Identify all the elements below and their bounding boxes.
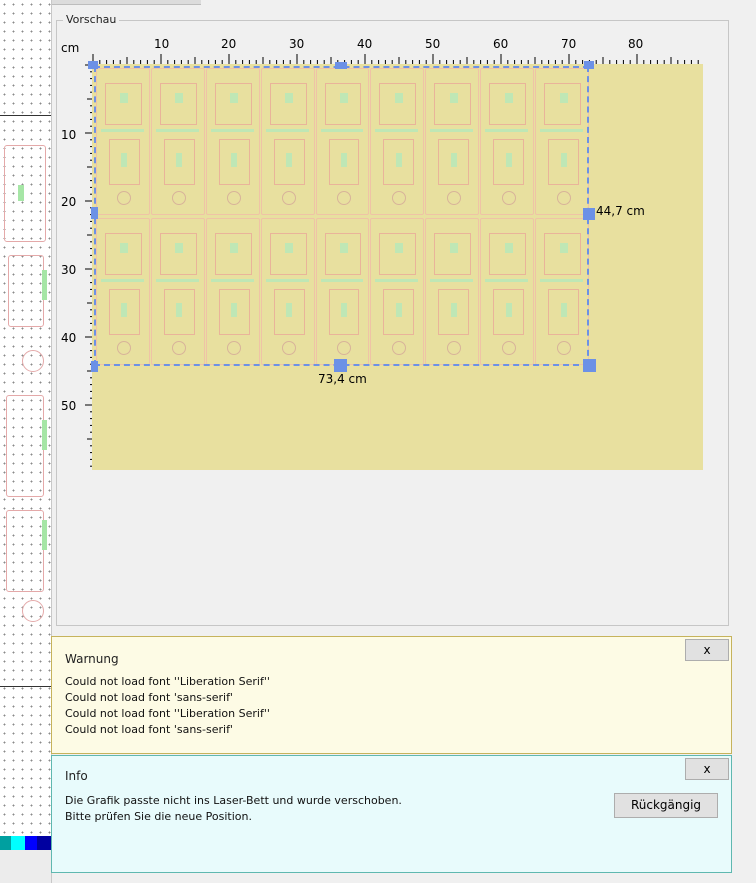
canvas-edge-line (0, 115, 51, 116)
y-tick-label: 20 (61, 195, 77, 209)
x-tick-label: 20 (221, 37, 237, 51)
warning-title: Warnung (65, 652, 119, 666)
x-tick-label: 70 (561, 37, 577, 51)
canvas-part-outline (4, 145, 46, 242)
resize-handle-top[interactable] (335, 62, 347, 69)
canvas-part-outline (8, 255, 44, 327)
canvas-engrave-mark (42, 270, 47, 300)
resize-handle-bottom-right[interactable] (583, 359, 596, 372)
x-tick-label: 40 (357, 37, 373, 51)
info-title: Info (65, 769, 88, 783)
x-tick-label: 60 (493, 37, 509, 51)
resize-handle-bottom-left[interactable] (91, 361, 98, 372)
warning-line: Could not load font 'sans-serif' (65, 691, 233, 704)
color-palette-bar[interactable] (0, 836, 51, 850)
canvas-part-outline (6, 510, 44, 592)
height-dimension-label: 44,7 cm (596, 204, 645, 218)
canvas-part-circle (22, 350, 44, 372)
resize-handle-bottom[interactable] (334, 359, 347, 372)
ruler-unit-label: cm (61, 41, 80, 55)
warning-line: Could not load font 'sans-serif' (65, 723, 233, 736)
canvas-engrave-mark (42, 420, 47, 450)
y-tick-label: 40 (61, 331, 77, 345)
x-tick-label: 30 (289, 37, 305, 51)
status-area (0, 850, 51, 883)
resize-handle-top-left[interactable] (88, 61, 98, 69)
info-notice: Info x Die Grafik passte nicht ins Laser… (51, 755, 732, 873)
warning-close-button[interactable]: x (685, 639, 729, 661)
x-tick-label: 80 (628, 37, 644, 51)
y-tick-label: 30 (61, 263, 77, 277)
undo-button[interactable]: Rückgängig (614, 793, 718, 818)
x-tick-label: 10 (154, 37, 170, 51)
canvas-part-circle (22, 600, 44, 622)
y-tick-label: 50 (61, 399, 77, 413)
resize-handle-left[interactable] (91, 207, 98, 219)
info-close-button[interactable]: x (685, 758, 729, 780)
info-line: Bitte prüfen Sie die neue Position. (65, 810, 252, 823)
width-dimension-label: 73,4 cm (318, 372, 367, 386)
warning-line: Could not load font ''Liberation Serif'' (65, 707, 270, 720)
canvas-engrave-mark (18, 185, 24, 201)
warning-notice: Warnung x Could not load font ''Liberati… (51, 636, 732, 754)
preview-legend: Vorschau (63, 13, 120, 26)
x-tick-label: 50 (425, 37, 441, 51)
selection-frame[interactable] (94, 66, 589, 366)
background-canvas-strip (0, 0, 51, 883)
warning-line: Could not load font ''Liberation Serif'' (65, 675, 270, 688)
resize-handle-right[interactable] (583, 208, 595, 220)
info-line: Die Grafik passte nicht ins Laser-Bett u… (65, 794, 402, 807)
canvas-engrave-mark (42, 520, 47, 550)
canvas-edge-line (0, 686, 51, 687)
resize-handle-top-right[interactable] (584, 61, 594, 69)
canvas-part-outline (6, 395, 44, 497)
y-tick-label: 10 (61, 128, 77, 142)
